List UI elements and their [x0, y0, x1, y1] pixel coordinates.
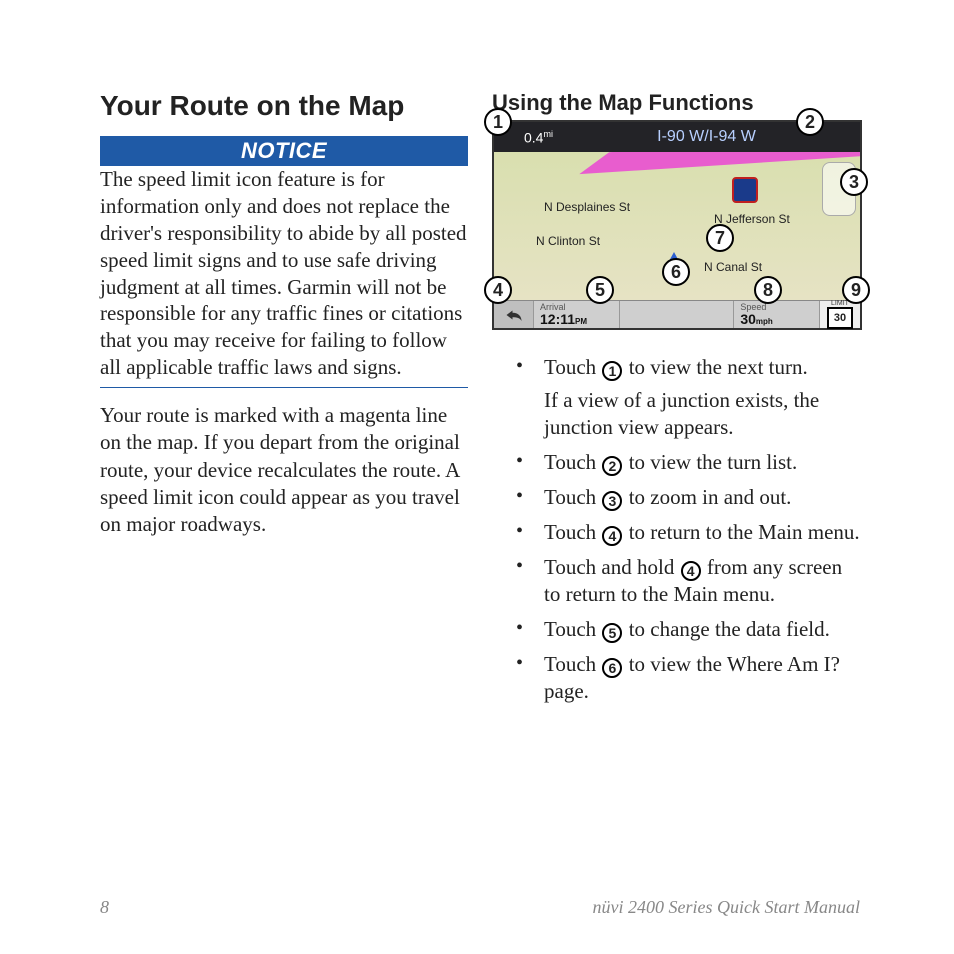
center-field[interactable]	[620, 301, 735, 328]
function-item: Touch 4 to return to the Main menu.	[508, 519, 860, 546]
callout-9: 9	[842, 276, 870, 304]
reference-number-icon: 4	[681, 561, 701, 581]
function-item: Touch 3 to zoom in and out.	[508, 484, 860, 511]
speed-field[interactable]: Speed 30mph	[734, 301, 820, 328]
speed-limit-sign[interactable]: LIMIT 30	[820, 301, 860, 328]
reference-number-icon: 2	[602, 456, 622, 476]
callout-2: 2	[796, 108, 824, 136]
function-item: Touch and hold 4 from any screen to retu…	[508, 554, 860, 608]
gps-status-bar: Arrival 12:11PM Speed 30mph LIMIT 30	[494, 300, 860, 328]
function-item: Touch 5 to change the data field.	[508, 616, 860, 643]
left-column: Your Route on the Map NOTICE The speed l…	[100, 90, 468, 890]
reference-number-icon: 3	[602, 491, 622, 511]
page-number: 8	[100, 897, 109, 918]
street-label: N Desplaines St	[544, 200, 630, 214]
callout-8: 8	[754, 276, 782, 304]
callout-3: 3	[840, 168, 868, 196]
back-button[interactable]	[494, 301, 534, 328]
function-list: Touch 1 to view the next turn.If a view …	[492, 354, 860, 713]
function-item: Touch 1 to view the next turn.If a view …	[508, 354, 860, 441]
reference-number-icon: 5	[602, 623, 622, 643]
arrival-field[interactable]: Arrival 12:11PM	[534, 301, 620, 328]
manual-page: Your Route on the Map NOTICE The speed l…	[100, 90, 860, 890]
reference-number-icon: 4	[602, 526, 622, 546]
function-item: Touch 6 to view the Where Am I? page.	[508, 651, 860, 705]
route-line	[501, 152, 860, 232]
notice-text: The speed limit icon feature is for info…	[100, 166, 468, 388]
page-title: Your Route on the Map	[100, 90, 468, 122]
notice-banner: NOTICE	[100, 136, 468, 166]
reference-number-icon: 6	[602, 658, 622, 678]
route-description: Your route is marked with a magenta line…	[100, 402, 468, 538]
street-label: N Canal St	[704, 260, 762, 274]
manual-name: nüvi 2400 Series Quick Start Manual	[593, 897, 860, 918]
right-column: Using the Map Functions 0.4mi I-90 W/I-9…	[492, 90, 860, 890]
highway-shield-icon	[732, 177, 758, 203]
gps-screenshot: 0.4mi I-90 W/I-94 W N Desplaines St N Cl…	[492, 120, 862, 330]
callout-4: 4	[484, 276, 512, 304]
street-label: N Clinton St	[536, 234, 600, 248]
function-item: Touch 2 to view the turn list.	[508, 449, 860, 476]
page-footer: 8 nüvi 2400 Series Quick Start Manual	[100, 897, 860, 918]
reference-number-icon: 1	[602, 361, 622, 381]
callout-6: 6	[662, 258, 690, 286]
callout-1: 1	[484, 108, 512, 136]
callout-5: 5	[586, 276, 614, 304]
callout-7: 7	[706, 224, 734, 252]
street-label: N Jefferson St	[714, 212, 790, 226]
